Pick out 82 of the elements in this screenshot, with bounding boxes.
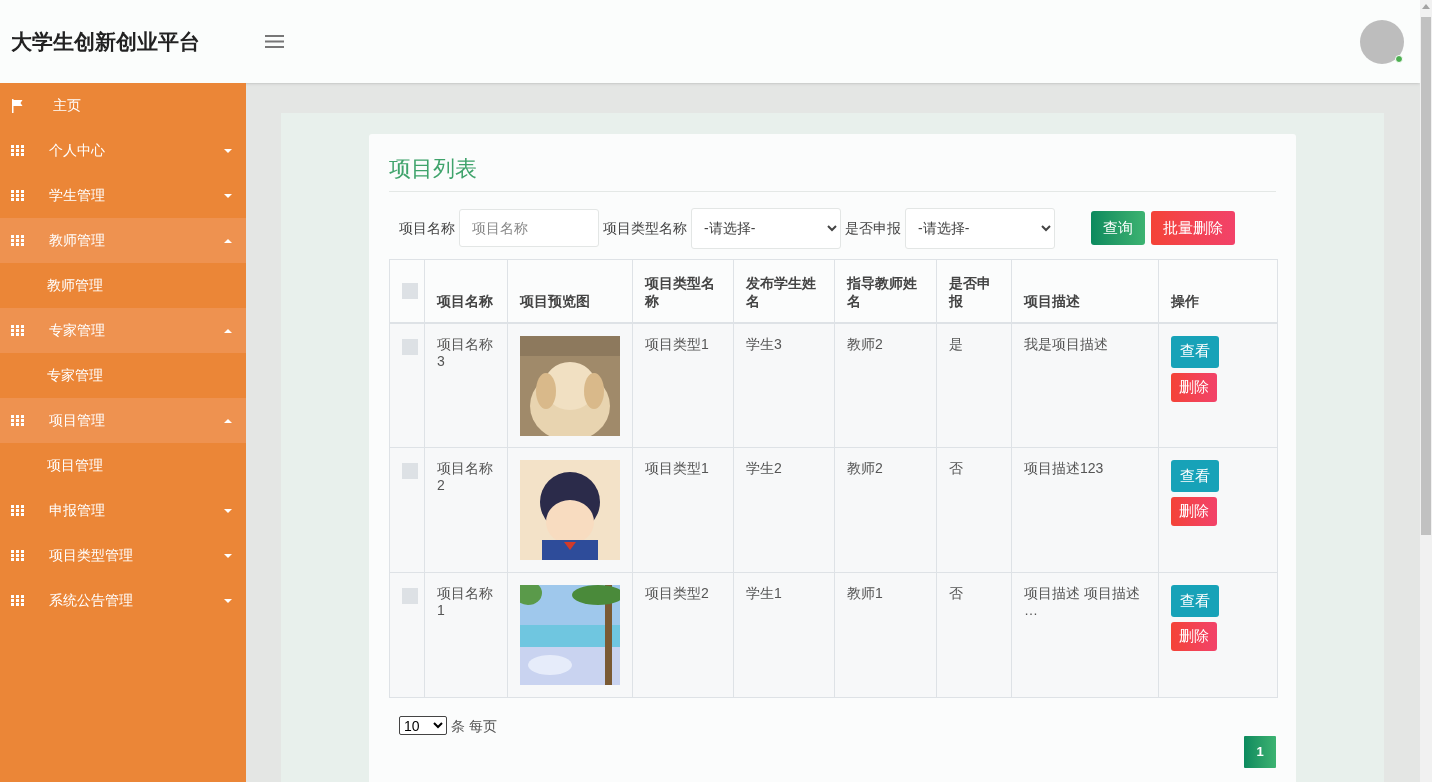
caret-down-icon — [224, 598, 232, 603]
scrollbar-thumb[interactable] — [1421, 17, 1431, 535]
caret-up-icon — [224, 418, 232, 423]
delete-button[interactable]: 删除 — [1171, 622, 1217, 651]
sidebar-label: 教师管理 — [49, 231, 106, 250]
table-cell: 项目描述123 — [1024, 460, 1104, 476]
grid-icon — [11, 235, 24, 246]
grid-icon — [11, 550, 24, 561]
delete-button[interactable]: 删除 — [1171, 497, 1217, 526]
grid-icon — [11, 415, 24, 426]
sidebar-item[interactable]: 教师管理 — [0, 218, 246, 263]
sidebar-label: 项目类型管理 — [49, 546, 134, 565]
table-cell: 是 — [949, 335, 963, 352]
column-header: 是否申报 — [949, 274, 991, 309]
table-cell: 项目名称2 — [437, 460, 493, 493]
sidebar-label: 主页 — [52, 96, 82, 115]
sidebar-label: 学生管理 — [49, 186, 106, 205]
view-button[interactable]: 查看 — [1171, 585, 1219, 617]
avatar[interactable] — [1360, 19, 1404, 64]
scrollbar[interactable] — [1420, 0, 1432, 782]
sidebar-label: 系统公告管理 — [49, 591, 134, 610]
page-button[interactable]: 1 — [1244, 736, 1276, 768]
caret-down-icon — [224, 508, 232, 513]
sidebar-item[interactable]: 专家管理 — [0, 308, 246, 353]
sidebar-label: 申报管理 — [49, 501, 106, 520]
view-button[interactable]: 查看 — [1171, 460, 1219, 492]
column-header: 项目预览图 — [520, 292, 590, 309]
table-cell: 项目名称3 — [437, 335, 493, 369]
grid-icon — [11, 595, 24, 606]
table-cell: 项目类型2 — [645, 585, 709, 601]
column-header: 操作 — [1171, 292, 1199, 309]
table-cell: 学生1 — [746, 585, 782, 601]
filter-label: 是否申报 — [845, 218, 901, 238]
table-cell: 项目类型1 — [645, 335, 709, 352]
row-checkbox[interactable] — [402, 463, 418, 479]
select-all-checkbox[interactable] — [402, 282, 418, 299]
grid-icon — [11, 505, 24, 516]
table-cell: 教师2 — [847, 460, 883, 476]
grid-icon — [11, 145, 24, 156]
search-field[interactable]: 项目名称 — [459, 209, 599, 247]
sidebar-item[interactable]: 项目管理 — [0, 398, 246, 443]
caret-down-icon — [224, 553, 232, 558]
table-cell: 否 — [949, 460, 963, 476]
delete-button[interactable]: 删除 — [1171, 372, 1217, 402]
site-title: 大学生创新创业平台 — [10, 28, 201, 55]
column-header: 项目名称 — [437, 292, 493, 309]
table-cell: 项目名称1 — [437, 585, 493, 618]
sidebar-label: 专家管理 — [49, 321, 106, 340]
caret-down-icon — [224, 148, 232, 153]
table-cell: 教师2 — [847, 335, 883, 352]
batch-delete-button[interactable]: 批量删除 — [1151, 211, 1235, 245]
column-header: 发布学生姓名 — [746, 274, 816, 309]
flag-icon — [11, 98, 23, 113]
view-button[interactable]: 查看 — [1171, 335, 1219, 368]
filter-label: 项目类型名称 — [603, 218, 687, 238]
card-title: 项目列表 — [389, 152, 1276, 192]
column-header: 项目类型名称 — [645, 274, 715, 309]
table-cell: 我是项目描述 — [1024, 335, 1108, 352]
table-cell: 学生2 — [746, 460, 782, 476]
table-cell: 教师1 — [847, 585, 883, 601]
grid-icon — [11, 190, 24, 201]
table-cell: 否 — [949, 585, 963, 601]
caret-up-icon — [224, 328, 232, 333]
caret-down-icon — [224, 193, 232, 198]
menu-icon[interactable] — [265, 34, 284, 49]
column-header: 项目描述 — [1024, 292, 1080, 309]
filter-label: 项目名称 — [399, 218, 455, 238]
table-cell: 项目描述 项目描述 … — [1024, 585, 1140, 618]
table-cell: 学生3 — [746, 335, 782, 352]
sidebar-label: 个人中心 — [49, 141, 106, 160]
table-cell: 项目类型1 — [645, 460, 709, 476]
filter-select[interactable]: -请选择- — [905, 207, 1055, 249]
row-checkbox[interactable] — [402, 338, 418, 355]
grid-icon — [11, 325, 24, 336]
column-header: 指导教师姓名 — [847, 274, 917, 309]
search-button[interactable]: 查询 — [1091, 211, 1145, 245]
row-checkbox[interactable] — [402, 588, 418, 604]
caret-up-icon — [224, 238, 232, 243]
page-size-label: 条 每页 — [451, 717, 497, 736]
page-size-select[interactable]: 10 — [399, 716, 447, 735]
filter-select[interactable]: -请选择- — [691, 207, 841, 249]
sidebar-label: 项目管理 — [49, 411, 106, 430]
